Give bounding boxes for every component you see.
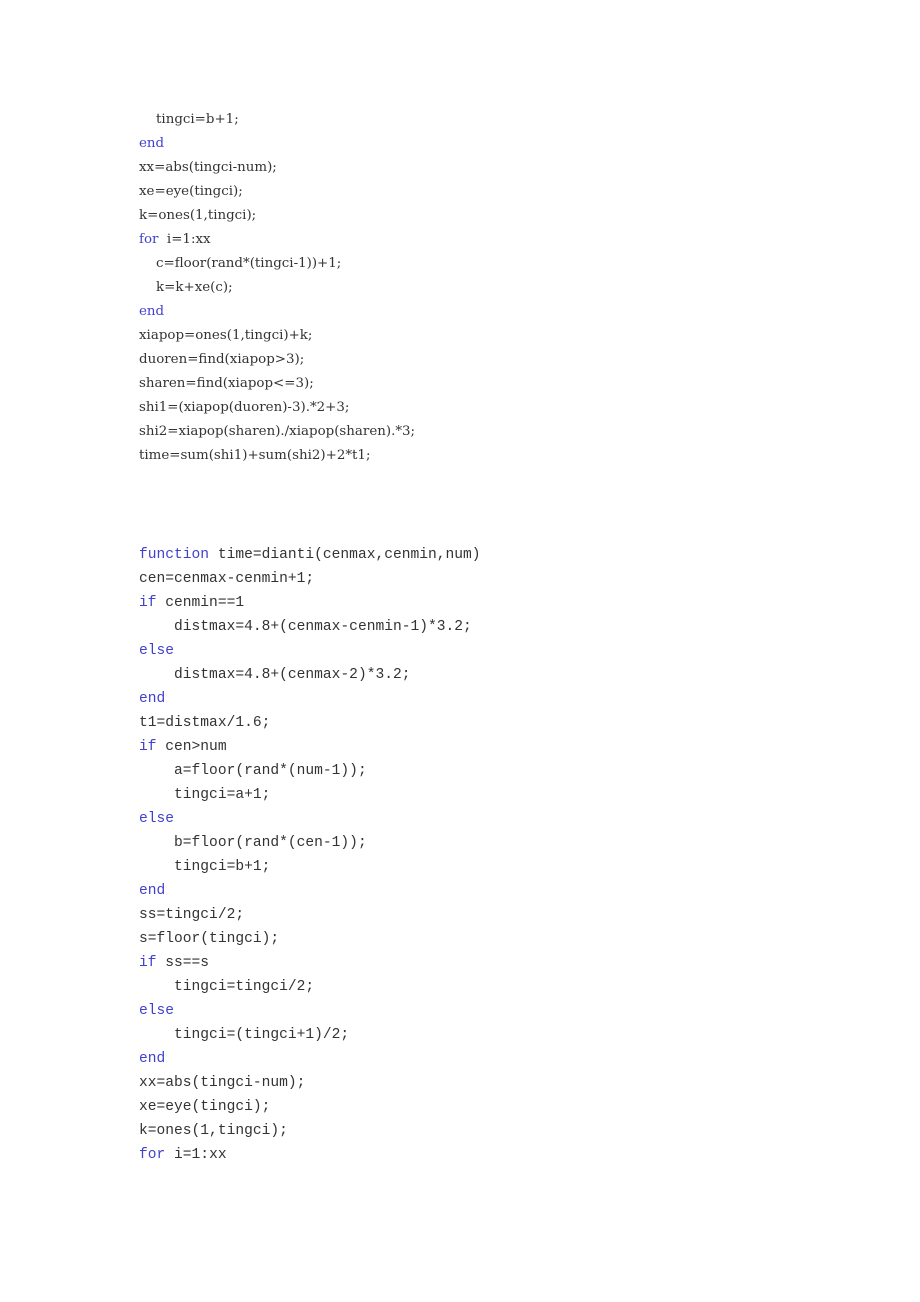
code-line: end	[139, 300, 415, 324]
code-line: t1=distmax/1.6;	[139, 711, 481, 735]
code-line: a=floor(rand*(num-1));	[139, 759, 481, 783]
code-text: xiapop=ones(1,tingci)+k;	[139, 328, 313, 343]
code-text: i=1:xx	[165, 1147, 227, 1163]
code-line: distmax=4.8+(cenmax-2)*3.2;	[139, 663, 481, 687]
code-line: k=k+xe(c);	[139, 276, 415, 300]
code-keyword: function	[139, 547, 210, 563]
code-keyword: if	[139, 595, 157, 611]
code-keyword: if	[139, 739, 157, 755]
code-line: for i=1:xx	[139, 228, 415, 252]
code-line: tingci=b+1;	[139, 108, 415, 132]
code-text: tingci=(tingci+1)/2;	[139, 1027, 350, 1043]
code-text: ss=tingci/2;	[139, 907, 245, 923]
code-keyword: else	[139, 643, 175, 659]
code-line: k=ones(1,tingci);	[139, 1119, 481, 1143]
code-text: tingci=b+1;	[139, 859, 271, 875]
code-keyword: end	[139, 304, 165, 319]
code-keyword: end	[139, 883, 166, 899]
code-text: duoren=find(xiapop>3);	[139, 352, 305, 367]
code-line: function time=dianti(cenmax,cenmin,num)	[139, 543, 481, 567]
code-text: b=floor(rand*(cen-1));	[139, 835, 367, 851]
code-text: k=ones(1,tingci);	[139, 208, 257, 223]
code-text: xe=eye(tingci);	[139, 1099, 271, 1115]
code-line: tingci=b+1;	[139, 855, 481, 879]
code-line: end	[139, 687, 481, 711]
code-line: xiapop=ones(1,tingci)+k;	[139, 324, 415, 348]
code-text: tingci=b+1;	[139, 112, 239, 127]
code-line: duoren=find(xiapop>3);	[139, 348, 415, 372]
code-line: xe=eye(tingci);	[139, 1095, 481, 1119]
code-text: t1=distmax/1.6;	[139, 715, 271, 731]
code-line: s=floor(tingci);	[139, 927, 481, 951]
code-line: xe=eye(tingci);	[139, 180, 415, 204]
code-text: xe=eye(tingci);	[139, 184, 243, 199]
code-text: cen=cenmax-cenmin+1;	[139, 571, 315, 587]
code-text: distmax=4.8+(cenmax-cenmin-1)*3.2;	[139, 619, 472, 635]
code-text: time=sum(shi1)+sum(shi2)+2*t1;	[139, 448, 371, 463]
code-line: c=floor(rand*(tingci-1))+1;	[139, 252, 415, 276]
code-keyword: else	[139, 1003, 175, 1019]
code-line: shi2=xiapop(sharen)./xiapop(sharen).*3;	[139, 420, 415, 444]
code-line: distmax=4.8+(cenmax-cenmin-1)*3.2;	[139, 615, 481, 639]
code-text: tingci=tingci/2;	[139, 979, 315, 995]
code-text: cen>num	[156, 739, 227, 755]
code-text: c=floor(rand*(tingci-1))+1;	[139, 256, 342, 271]
code-line: xx=abs(tingci-num);	[139, 156, 415, 180]
code-text: xx=abs(tingci-num);	[139, 160, 277, 175]
code-line: if cen>num	[139, 735, 481, 759]
code-text: tingci=a+1;	[139, 787, 271, 803]
code-keyword: end	[139, 691, 166, 707]
code-line: xx=abs(tingci-num);	[139, 1071, 481, 1095]
code-keyword: if	[139, 955, 157, 971]
code-line: else	[139, 807, 481, 831]
code-text: cenmin==1	[156, 595, 245, 611]
code-line: tingci=(tingci+1)/2;	[139, 1023, 481, 1047]
code-text: k=k+xe(c);	[139, 280, 233, 295]
code-text: ss==s	[156, 955, 210, 971]
code-line: sharen=find(xiapop<=3);	[139, 372, 415, 396]
code-text: sharen=find(xiapop<=3);	[139, 376, 314, 391]
code-line: ss=tingci/2;	[139, 903, 481, 927]
code-text: shi2=xiapop(sharen)./xiapop(sharen).*3;	[139, 424, 416, 439]
code-keyword: end	[139, 1051, 166, 1067]
code-keyword: end	[139, 136, 165, 151]
code-keyword: else	[139, 811, 175, 827]
code-line: if ss==s	[139, 951, 481, 975]
code-block-continuation: tingci=b+1; end xx=abs(tingci-num); xe=eye(…	[139, 108, 415, 468]
code-line: for i=1:xx	[139, 1143, 481, 1167]
code-line: shi1=(xiapop(duoren)-3).*2+3;	[139, 396, 415, 420]
code-line: cen=cenmax-cenmin+1;	[139, 567, 481, 591]
code-text: i=1:xx	[158, 232, 211, 247]
code-line: end	[139, 132, 415, 156]
code-text: k=ones(1,tingci);	[139, 1123, 288, 1139]
code-line: k=ones(1,tingci);	[139, 204, 415, 228]
code-text: distmax=4.8+(cenmax-2)*3.2;	[139, 667, 411, 683]
code-text: xx=abs(tingci-num);	[139, 1075, 306, 1091]
code-line: else	[139, 999, 481, 1023]
code-line: end	[139, 879, 481, 903]
code-line: time=sum(shi1)+sum(shi2)+2*t1;	[139, 444, 415, 468]
code-line: else	[139, 639, 481, 663]
code-text: a=floor(rand*(num-1));	[139, 763, 367, 779]
code-text: shi1=(xiapop(duoren)-3).*2+3;	[139, 400, 350, 415]
code-block-function-dianti: function time=dianti(cenmax,cenmin,num) c…	[139, 543, 481, 1167]
code-text: s=floor(tingci);	[139, 931, 280, 947]
code-keyword: for	[139, 232, 159, 247]
code-line: b=floor(rand*(cen-1));	[139, 831, 481, 855]
code-line: if cenmin==1	[139, 591, 481, 615]
code-keyword: for	[139, 1147, 166, 1163]
document-page: tingci=b+1; end xx=abs(tingci-num); xe=eye(…	[0, 0, 920, 1302]
code-line: tingci=tingci/2;	[139, 975, 481, 999]
code-text: time=dianti(cenmax,cenmin,num)	[209, 547, 481, 563]
code-line: end	[139, 1047, 481, 1071]
code-line: tingci=a+1;	[139, 783, 481, 807]
